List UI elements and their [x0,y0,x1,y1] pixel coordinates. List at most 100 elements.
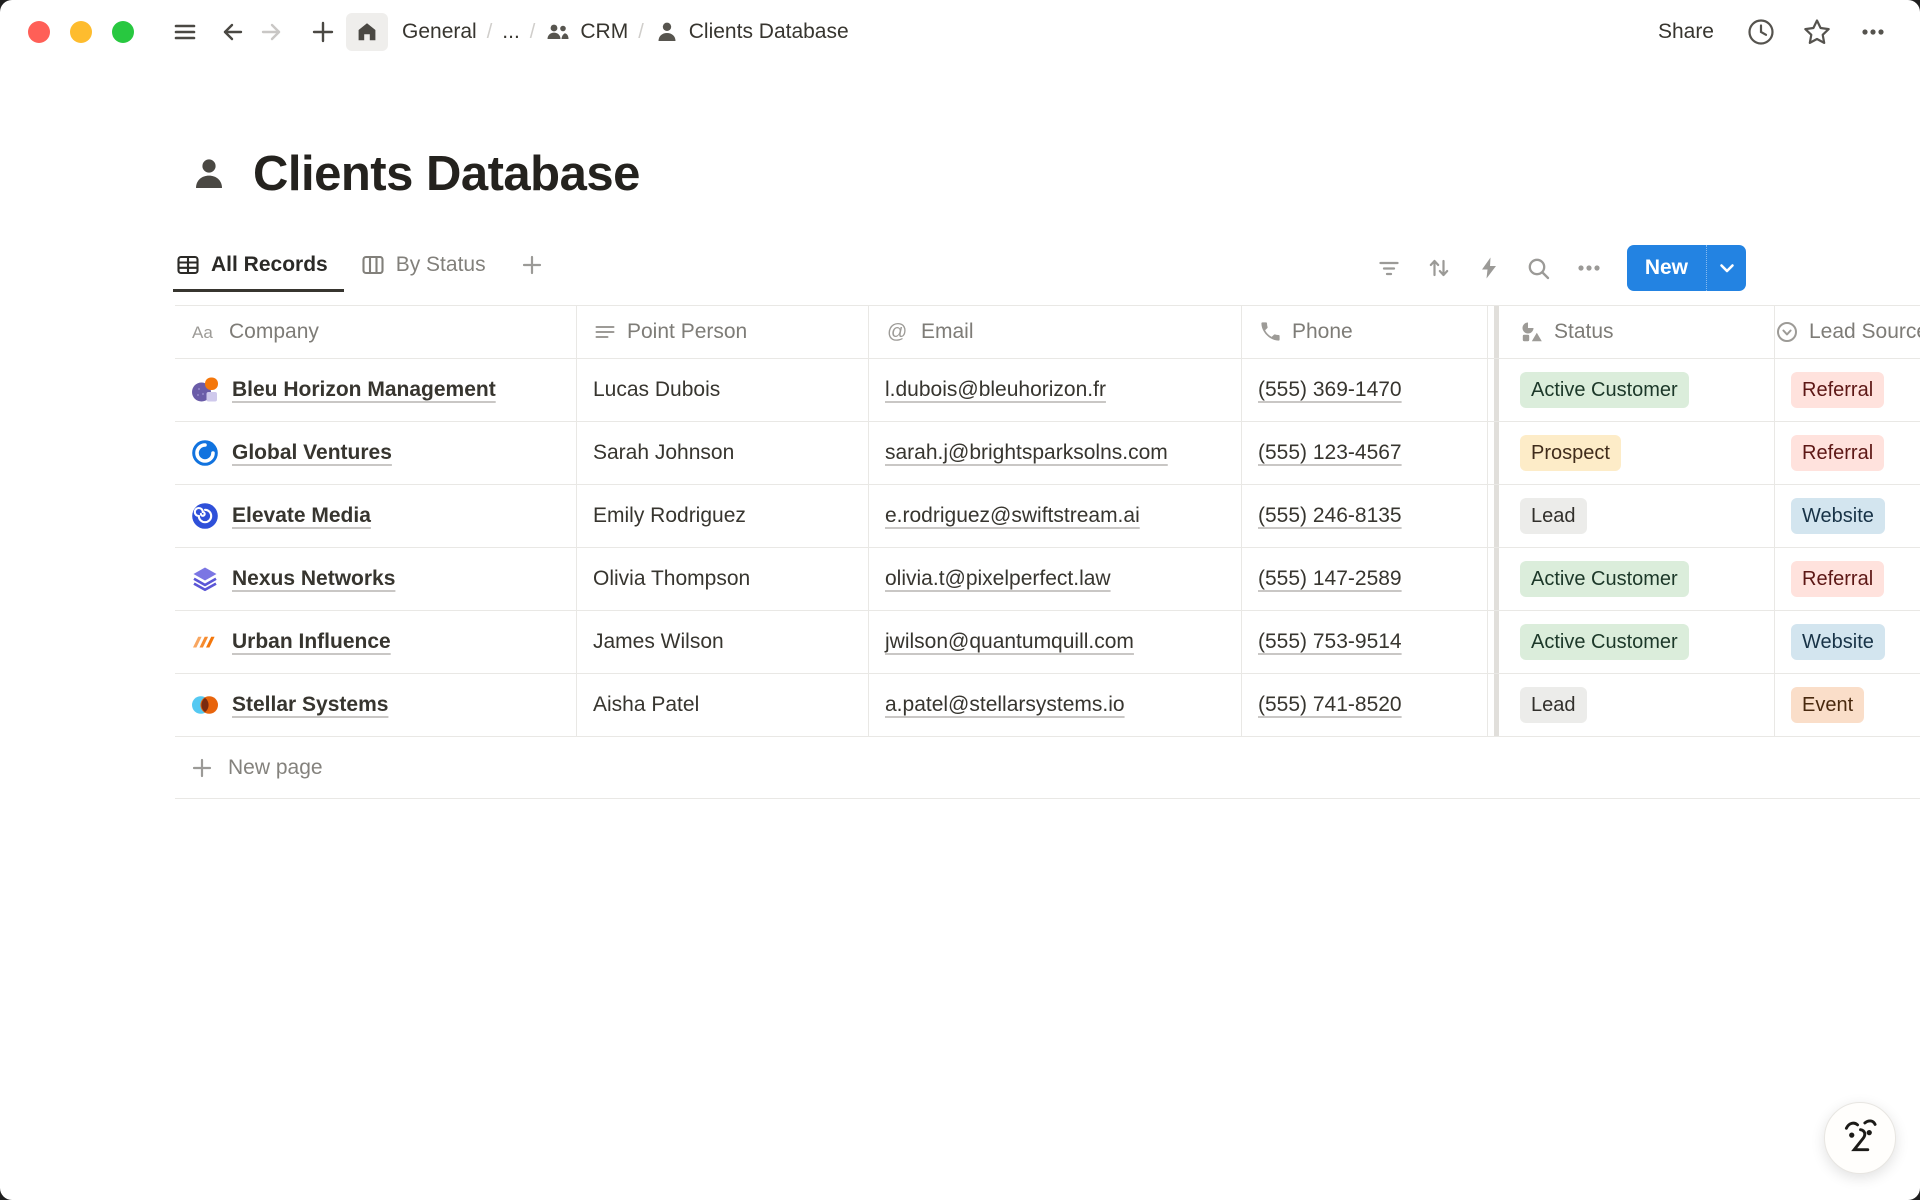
lead-source-cell[interactable]: Referral [1775,548,1920,610]
lead-badge[interactable]: Lead [1520,687,1587,723]
status-cell[interactable]: Active Customer [1504,548,1775,610]
website-badge[interactable]: Website [1791,498,1885,534]
home-icon[interactable] [346,13,388,51]
company-name-link[interactable]: Bleu Horizon Management [232,378,496,402]
company-name-link[interactable]: Nexus Networks [232,567,395,591]
phone-link[interactable]: (555) 741-8520 [1258,693,1402,717]
favorite-star-icon[interactable] [1796,12,1838,52]
new-tab-icon[interactable] [304,13,342,51]
add-view-icon[interactable] [518,253,550,283]
tab-all-records[interactable]: All Records [175,244,338,292]
phone-cell[interactable]: (555) 147-2589 [1242,548,1488,610]
status-cell[interactable]: Lead [1504,485,1775,547]
status-cell[interactable]: Prospect [1504,422,1775,484]
referral-badge[interactable]: Referral [1791,561,1884,597]
breadcrumb-item[interactable]: Clients Database [648,17,855,47]
page-person-icon[interactable] [189,154,229,194]
status-cell[interactable]: Active Customer [1504,359,1775,421]
point-person-cell[interactable]: Aisha Patel [577,674,869,736]
breadcrumb-item[interactable]: General [396,18,483,46]
company-cell[interactable]: Elevate Media [175,485,577,547]
email-link[interactable]: e.rodriguez@swiftstream.ai [885,504,1140,528]
phone-link[interactable]: (555) 246-8135 [1258,504,1402,528]
referral-badge[interactable]: Referral [1791,372,1884,408]
email-cell[interactable]: sarah.j@brightsparksolns.com [869,422,1242,484]
column-header-company[interactable]: AaCompany [175,306,577,358]
zoom-window-button[interactable] [112,21,134,43]
history-icon[interactable] [1740,12,1782,52]
email-link[interactable]: jwilson@quantumquill.com [885,630,1134,654]
referral-badge[interactable]: Referral [1791,435,1884,471]
column-header-point-person[interactable]: Point Person [577,306,869,358]
phone-cell[interactable]: (555) 123-4567 [1242,422,1488,484]
email-link[interactable]: l.dubois@bleuhorizon.fr [885,378,1106,402]
email-cell[interactable]: olivia.t@pixelperfect.law [869,548,1242,610]
company-cell[interactable]: Bleu Horizon Management [175,359,577,421]
page-title[interactable]: Clients Database [253,146,640,202]
new-record-button[interactable]: New [1627,245,1746,291]
point-person-cell[interactable]: Lucas Dubois [577,359,869,421]
company-cell[interactable]: Urban Influence [175,611,577,673]
search-icon[interactable] [1519,248,1559,288]
email-link[interactable]: sarah.j@brightsparksolns.com [885,441,1168,465]
column-header-status[interactable]: Status [1504,306,1775,358]
company-name-link[interactable]: Urban Influence [232,630,391,654]
status-cell[interactable]: Active Customer [1504,611,1775,673]
phone-link[interactable]: (555) 147-2589 [1258,567,1402,591]
more-options-icon[interactable] [1852,12,1894,52]
lead-source-cell[interactable]: Referral [1775,422,1920,484]
active-customer-badge[interactable]: Active Customer [1520,372,1689,408]
company-cell[interactable]: Global Ventures [175,422,577,484]
phone-cell[interactable]: (555) 369-1470 [1242,359,1488,421]
phone-cell[interactable]: (555) 753-9514 [1242,611,1488,673]
tab-by-status[interactable]: By Status [360,244,496,292]
phone-link[interactable]: (555) 753-9514 [1258,630,1402,654]
website-badge[interactable]: Website [1791,624,1885,660]
phone-cell[interactable]: (555) 246-8135 [1242,485,1488,547]
company-name-link[interactable]: Global Ventures [232,441,392,465]
share-button[interactable]: Share [1646,14,1726,50]
status-cell[interactable]: Lead [1504,674,1775,736]
point-person-cell[interactable]: Sarah Johnson [577,422,869,484]
lead-badge[interactable]: Lead [1520,498,1587,534]
view-more-icon[interactable] [1569,248,1609,288]
column-header-lead-source[interactable]: Lead Source [1775,306,1920,358]
phone-cell[interactable]: (555) 741-8520 [1242,674,1488,736]
lead-source-cell[interactable]: Referral [1775,359,1920,421]
phone-link[interactable]: (555) 123-4567 [1258,441,1402,465]
company-cell[interactable]: Stellar Systems [175,674,577,736]
point-person-cell[interactable]: Emily Rodriguez [577,485,869,547]
company-cell[interactable]: Nexus Networks [175,548,577,610]
active-customer-badge[interactable]: Active Customer [1520,561,1689,597]
forward-icon[interactable] [252,13,290,51]
email-link[interactable]: a.patel@stellarsystems.io [885,693,1125,717]
notion-ai-face-button[interactable] [1824,1102,1896,1174]
close-window-button[interactable] [28,21,50,43]
automation-lightning-icon[interactable] [1469,248,1509,288]
email-cell[interactable]: jwilson@quantumquill.com [869,611,1242,673]
company-name-link[interactable]: Stellar Systems [232,693,388,717]
event-badge[interactable]: Event [1791,687,1864,723]
minimize-window-button[interactable] [70,21,92,43]
point-person-cell[interactable]: James Wilson [577,611,869,673]
email-cell[interactable]: e.rodriguez@swiftstream.ai [869,485,1242,547]
breadcrumb-item[interactable]: CRM [539,17,634,47]
active-customer-badge[interactable]: Active Customer [1520,624,1689,660]
company-name-link[interactable]: Elevate Media [232,504,371,528]
sort-icon[interactable] [1419,248,1459,288]
column-header-email[interactable]: @Email [869,306,1242,358]
back-icon[interactable] [214,13,252,51]
new-record-chevron-down-icon[interactable] [1706,245,1746,291]
point-person-cell[interactable]: Olivia Thompson [577,548,869,610]
email-cell[interactable]: l.dubois@bleuhorizon.fr [869,359,1242,421]
breadcrumb-item[interactable]: ... [496,18,526,46]
prospect-badge[interactable]: Prospect [1520,435,1621,471]
filter-icon[interactable] [1369,248,1409,288]
email-cell[interactable]: a.patel@stellarsystems.io [869,674,1242,736]
lead-source-cell[interactable]: Website [1775,485,1920,547]
phone-link[interactable]: (555) 369-1470 [1258,378,1402,402]
lead-source-cell[interactable]: Event [1775,674,1920,736]
sidebar-toggle-icon[interactable] [166,13,204,51]
email-link[interactable]: olivia.t@pixelperfect.law [885,567,1111,591]
new-page-row[interactable]: New page [175,737,1920,799]
